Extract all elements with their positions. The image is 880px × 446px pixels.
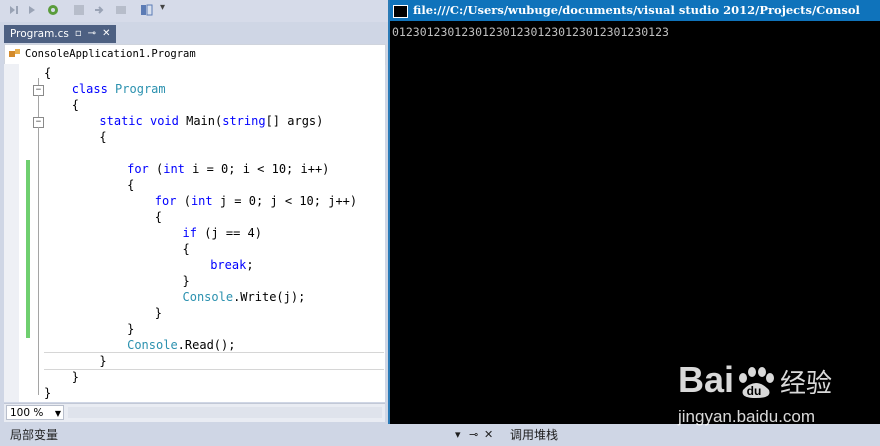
code-token: .Read(); (177, 338, 236, 352)
tab-program-cs[interactable]: Program.cs ▫ ⊸ ✕ (4, 25, 117, 43)
tab-close-icon[interactable]: ✕ (102, 25, 110, 43)
step-into-icon[interactable] (26, 3, 40, 17)
code-token: string (222, 114, 266, 128)
code-token: { (127, 178, 135, 192)
code-token: static void (99, 114, 187, 128)
code-line: if (j == 4) (183, 225, 262, 241)
code-token: for (127, 162, 156, 176)
svg-text:jingyan.baidu.com: jingyan.baidu.com (677, 407, 815, 426)
code-token: } (99, 354, 107, 368)
code-line: for (int i = 0; i < 10; i++) (127, 161, 329, 177)
svg-text:Bai: Bai (678, 359, 734, 400)
class-path-label: ConsoleApplication1.Program (25, 48, 196, 60)
zoom-value: 100 % (10, 407, 44, 419)
code-line: class Program (72, 81, 166, 97)
code-token: j = 0; j < 10; j++) (219, 194, 358, 208)
code-line: } (99, 353, 106, 369)
zoom-dropdown[interactable]: 100 % ▼ (6, 405, 64, 420)
code-token: ; (246, 258, 254, 272)
code-line: { (72, 97, 79, 113)
editor-margin (4, 64, 19, 402)
code-token: Console (182, 290, 234, 304)
locals-panel-header: 局部变量 (0, 424, 388, 446)
tab-dock-icon[interactable]: ⊸ (88, 25, 96, 43)
code-line: } (72, 369, 79, 385)
debug-settings-icon[interactable] (46, 3, 60, 17)
code-token: if (182, 226, 205, 240)
console-output: 0123012301230123012301230123012301230123 (392, 25, 669, 39)
code-token: int (190, 194, 220, 208)
code-line: static void Main(string[] args) (99, 113, 323, 129)
code-token: for (154, 194, 184, 208)
code-token: } (127, 322, 135, 336)
fold-guide (38, 127, 39, 395)
ide-toolbar: ▾ (0, 0, 388, 23)
code-line: } (183, 273, 190, 289)
code-line: } (127, 321, 134, 337)
code-token: int (163, 162, 193, 176)
code-token: ( (183, 194, 191, 208)
step-over-icon[interactable] (8, 3, 22, 17)
code-line: break; (210, 257, 253, 273)
code-token: class (71, 82, 116, 96)
code-line: { (44, 65, 51, 81)
step-out-icon[interactable] (92, 3, 106, 17)
code-token: [] args) (265, 114, 324, 128)
breakpoint-window-icon[interactable] (72, 3, 86, 17)
chevron-down-icon: ▼ (54, 409, 61, 418)
code-token: (j == 4) (204, 226, 262, 240)
tab-pin-icon[interactable]: ▫ (75, 25, 82, 43)
locals-panel-title[interactable]: 局部变量 (10, 424, 58, 446)
fold-guide (38, 95, 39, 117)
code-token: } (44, 386, 52, 400)
code-token: Program (115, 82, 166, 96)
code-token: } (71, 370, 79, 384)
panel-dock-icon[interactable]: ⊸ (469, 427, 478, 443)
panel-close-icon[interactable]: ✕ (484, 427, 493, 443)
code-line: { (127, 177, 134, 193)
code-token: .Write(j); (233, 290, 306, 304)
show-next-statement-icon[interactable] (114, 3, 128, 17)
console-title-bar[interactable]: file:///C:/Users/wubuge/documents/visual… (390, 0, 880, 21)
code-token: i = 0; i < 10; i++) (192, 162, 330, 176)
horizontal-scrollbar[interactable] (68, 407, 382, 418)
call-stack-panel-title[interactable]: 调用堆栈 (510, 424, 558, 446)
code-token: } (182, 274, 190, 288)
code-line: for (int j = 0; j < 10; j++) (155, 193, 357, 209)
code-line: { (155, 209, 162, 225)
svg-text:du: du (747, 384, 762, 398)
code-token: break (210, 258, 247, 272)
panel-pin-icon[interactable]: ▾ (455, 427, 461, 443)
svg-text:经验: 经验 (780, 369, 832, 399)
console-app-icon (393, 4, 408, 18)
code-token: Main( (186, 114, 223, 128)
toolbar-overflow-icon[interactable]: ▾ (160, 2, 165, 13)
console-title-text: file:///C:/Users/wubuge/documents/visual… (413, 3, 860, 17)
hex-display-icon[interactable] (140, 3, 154, 17)
code-line: Console.Write(j); (183, 289, 306, 305)
code-line: Console.Read(); (127, 337, 235, 353)
code-token: { (154, 210, 163, 224)
tab-label: Program.cs (10, 28, 69, 40)
code-line: } (155, 305, 162, 321)
class-icon (9, 49, 20, 57)
baidu-logo: Bai du 经验 jingyan.baidu.com (677, 359, 832, 426)
code-token: { (44, 66, 52, 80)
code-token: } (154, 306, 163, 320)
code-token: Console (127, 338, 178, 352)
class-navigation-dropdown[interactable]: ConsoleApplication1.Program (4, 44, 386, 65)
code-token: { (71, 98, 79, 112)
current-line-highlight (44, 352, 384, 370)
code-line: } (44, 385, 51, 401)
change-tracking-bar (26, 160, 30, 338)
code-line: { (183, 241, 190, 257)
code-token: { (99, 130, 107, 144)
code-line: { (99, 129, 106, 145)
code-token: { (182, 242, 190, 256)
baidu-jingyan-watermark: Bai du 经验 jingyan.baidu.com (650, 350, 850, 430)
